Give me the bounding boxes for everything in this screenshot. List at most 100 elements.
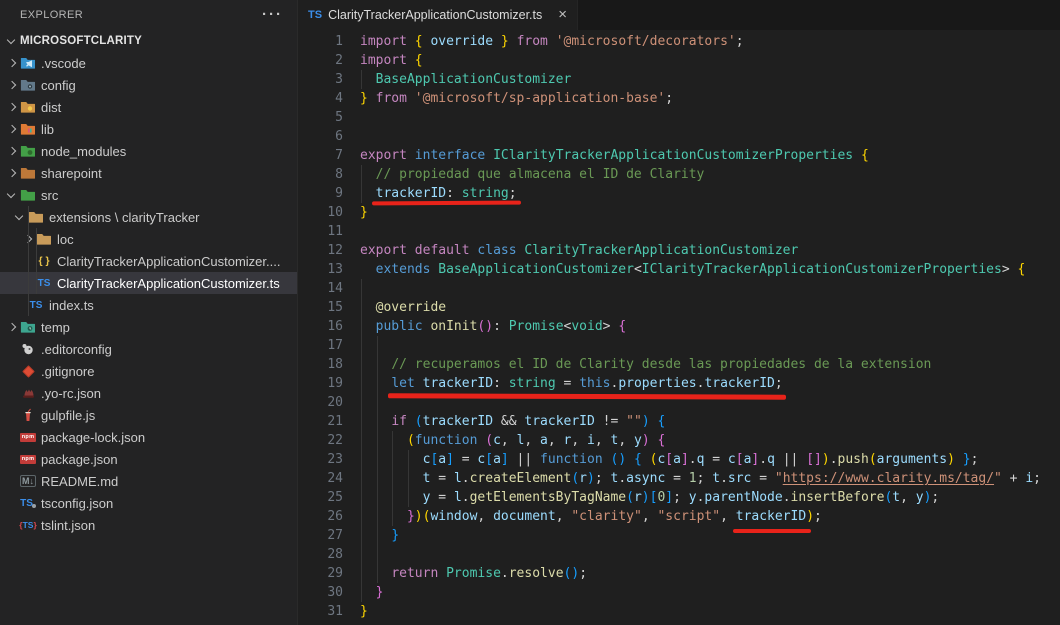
explorer-sidebar: EXPLORER ··· MICROSOFTCLARITY .vscodecon…	[0, 0, 298, 625]
code-line: 17	[298, 336, 1060, 355]
code-editor[interactable]: 1import { override } from '@microsoft/de…	[298, 30, 1060, 625]
code-line-content[interactable]: @override	[343, 298, 1060, 317]
code-line-content[interactable]: })(window, document, "clarity", "script"…	[343, 507, 1060, 526]
code-line: 1import { override } from '@microsoft/de…	[298, 32, 1060, 51]
tree-item-node-modules[interactable]: node_modules	[0, 140, 297, 162]
tree-item-package-lock-json[interactable]: npmpackage-lock.json	[0, 426, 297, 448]
code-line-content[interactable]: export default class ClarityTrackerAppli…	[343, 241, 1060, 260]
tree-item-gitignore[interactable]: .gitignore	[0, 360, 297, 382]
code-line-content[interactable]	[343, 222, 1060, 241]
tree-item-label: gulpfile.js	[41, 408, 95, 423]
chevron-right-icon[interactable]	[4, 143, 20, 159]
chevron-spacer	[4, 429, 20, 445]
code-line-content[interactable]: }	[343, 526, 1060, 545]
code-line-content[interactable]: import {	[343, 51, 1060, 70]
code-line: 9 trackerID: string;	[298, 184, 1060, 203]
tree-item-yo-rc-json[interactable]: .yo-rc.json	[0, 382, 297, 404]
line-number: 15	[298, 298, 343, 317]
code-line-content[interactable]: }	[343, 203, 1060, 222]
line-number: 24	[298, 469, 343, 488]
tree-item-src[interactable]: src	[0, 184, 297, 206]
line-number: 1	[298, 32, 343, 51]
tree-item-tsconfig-json[interactable]: TStsconfig.json	[0, 492, 297, 514]
code-line: 31}	[298, 602, 1060, 621]
tree-item-label: README.md	[41, 474, 118, 489]
code-line-content[interactable]: (function (c, l, a, r, i, t, y) {	[343, 431, 1060, 450]
ts-file-icon: TS	[308, 9, 322, 21]
chevron-down-icon[interactable]	[12, 209, 28, 225]
code-line-content[interactable]	[343, 279, 1060, 298]
tree-item-sharepoint[interactable]: sharepoint	[0, 162, 297, 184]
tab-title: ClarityTrackerApplicationCustomizer.ts	[328, 8, 542, 22]
code-line-content[interactable]: c[a] = c[a] || function () { (c[a].q = c…	[343, 450, 1060, 469]
tree-item-label: src	[41, 188, 58, 203]
code-line-content[interactable]: public onInit(): Promise<void> {	[343, 317, 1060, 336]
chevron-right-icon[interactable]	[4, 77, 20, 93]
file-gulp-icon	[20, 407, 36, 423]
tree-item-dist[interactable]: dist	[0, 96, 297, 118]
tree-item-claritytrackerapplicationcustomizer[interactable]: { }ClarityTrackerApplicationCustomizer..…	[0, 250, 297, 272]
code-line-content[interactable]: let trackerID: string = this.properties.…	[343, 374, 1060, 393]
code-line: 23 c[a] = c[a] || function () { (c[a].q …	[298, 450, 1060, 469]
code-line-content[interactable]: import { override } from '@microsoft/dec…	[343, 32, 1060, 51]
chevron-down-icon[interactable]	[4, 187, 20, 203]
code-line-content[interactable]	[343, 545, 1060, 564]
tree-item-readme-md[interactable]: M↓README.md	[0, 470, 297, 492]
tree-item-config[interactable]: config	[0, 74, 297, 96]
line-number: 11	[298, 222, 343, 241]
chevron-right-icon[interactable]	[4, 55, 20, 71]
code-line-content[interactable]	[343, 127, 1060, 146]
code-line-content[interactable]: y = l.getElementsByTagName(r)[0]; y.pare…	[343, 488, 1060, 507]
chevron-right-icon[interactable]	[4, 165, 20, 181]
explorer-header: EXPLORER ···	[0, 0, 297, 30]
tree-item-temp[interactable]: temp	[0, 316, 297, 338]
chevron-right-icon[interactable]	[4, 319, 20, 335]
code-line-content[interactable]	[343, 336, 1060, 355]
line-number: 30	[298, 583, 343, 602]
code-line: 16 public onInit(): Promise<void> {	[298, 317, 1060, 336]
indent-guide	[392, 431, 393, 526]
folder-loc-icon	[36, 231, 52, 247]
code-line: 26 })(window, document, "clarity", "scri…	[298, 507, 1060, 526]
close-icon[interactable]: ×	[558, 8, 567, 22]
code-line: 3 BaseApplicationCustomizer	[298, 70, 1060, 89]
tab-claritytracker-ts[interactable]: TS ClarityTrackerApplicationCustomizer.t…	[298, 0, 578, 30]
line-number: 6	[298, 127, 343, 146]
tree-item-lib[interactable]: lib	[0, 118, 297, 140]
tree-item-tslint-json[interactable]: {TS}tslint.json	[0, 514, 297, 536]
tree-item-loc[interactable]: loc	[0, 228, 297, 250]
code-line-content[interactable]: t = l.createElement(r); t.async = 1; t.s…	[343, 469, 1060, 488]
line-number: 8	[298, 165, 343, 184]
chevron-right-icon[interactable]	[4, 121, 20, 137]
chevron-right-icon[interactable]	[4, 99, 20, 115]
tree-item-editorconfig[interactable]: .editorconfig	[0, 338, 297, 360]
root-folder-name: MICROSOFTCLARITY	[20, 35, 142, 47]
code-line-content[interactable]: BaseApplicationCustomizer	[343, 70, 1060, 89]
code-line: 19 let trackerID: string = this.properti…	[298, 374, 1060, 393]
tree-item-label: package-lock.json	[41, 430, 145, 445]
explorer-actions-menu[interactable]: ···	[262, 10, 283, 20]
line-number: 22	[298, 431, 343, 450]
code-line-content[interactable]: }	[343, 602, 1060, 621]
tree-item-package-json[interactable]: npmpackage.json	[0, 448, 297, 470]
code-line-content[interactable]: return Promise.resolve();	[343, 564, 1060, 583]
chevron-spacer	[4, 407, 20, 423]
code-line-content[interactable]: } from '@microsoft/sp-application-base';	[343, 89, 1060, 108]
code-line-content[interactable]: // recuperamos el ID de Clarity desde la…	[343, 355, 1060, 374]
line-number: 9	[298, 184, 343, 203]
code-line-content[interactable]: extends BaseApplicationCustomizer<IClari…	[343, 260, 1060, 279]
code-line-content[interactable]: if (trackerID && trackerID != "") {	[343, 412, 1060, 431]
tree-item-claritytrackerapplicationcustomizer-ts[interactable]: TSClarityTrackerApplicationCustomizer.ts	[0, 272, 297, 294]
tree-item-vscode[interactable]: .vscode	[0, 52, 297, 74]
tree-root-microsoftclarity[interactable]: MICROSOFTCLARITY	[0, 30, 297, 52]
folder-clarity-open-icon	[28, 209, 44, 225]
code-line-content[interactable]: export interface IClarityTrackerApplicat…	[343, 146, 1060, 165]
code-line-content[interactable]: // propiedad que almacena el ID de Clari…	[343, 165, 1060, 184]
tree-item-gulpfile-js[interactable]: gulpfile.js	[0, 404, 297, 426]
tree-item-extensions-claritytracker[interactable]: extensions \ clarityTracker	[0, 206, 297, 228]
line-number: 14	[298, 279, 343, 298]
code-line-content[interactable]: }	[343, 583, 1060, 602]
code-line-content[interactable]	[343, 108, 1060, 127]
line-number: 28	[298, 545, 343, 564]
tree-item-index-ts[interactable]: TSindex.ts	[0, 294, 297, 316]
